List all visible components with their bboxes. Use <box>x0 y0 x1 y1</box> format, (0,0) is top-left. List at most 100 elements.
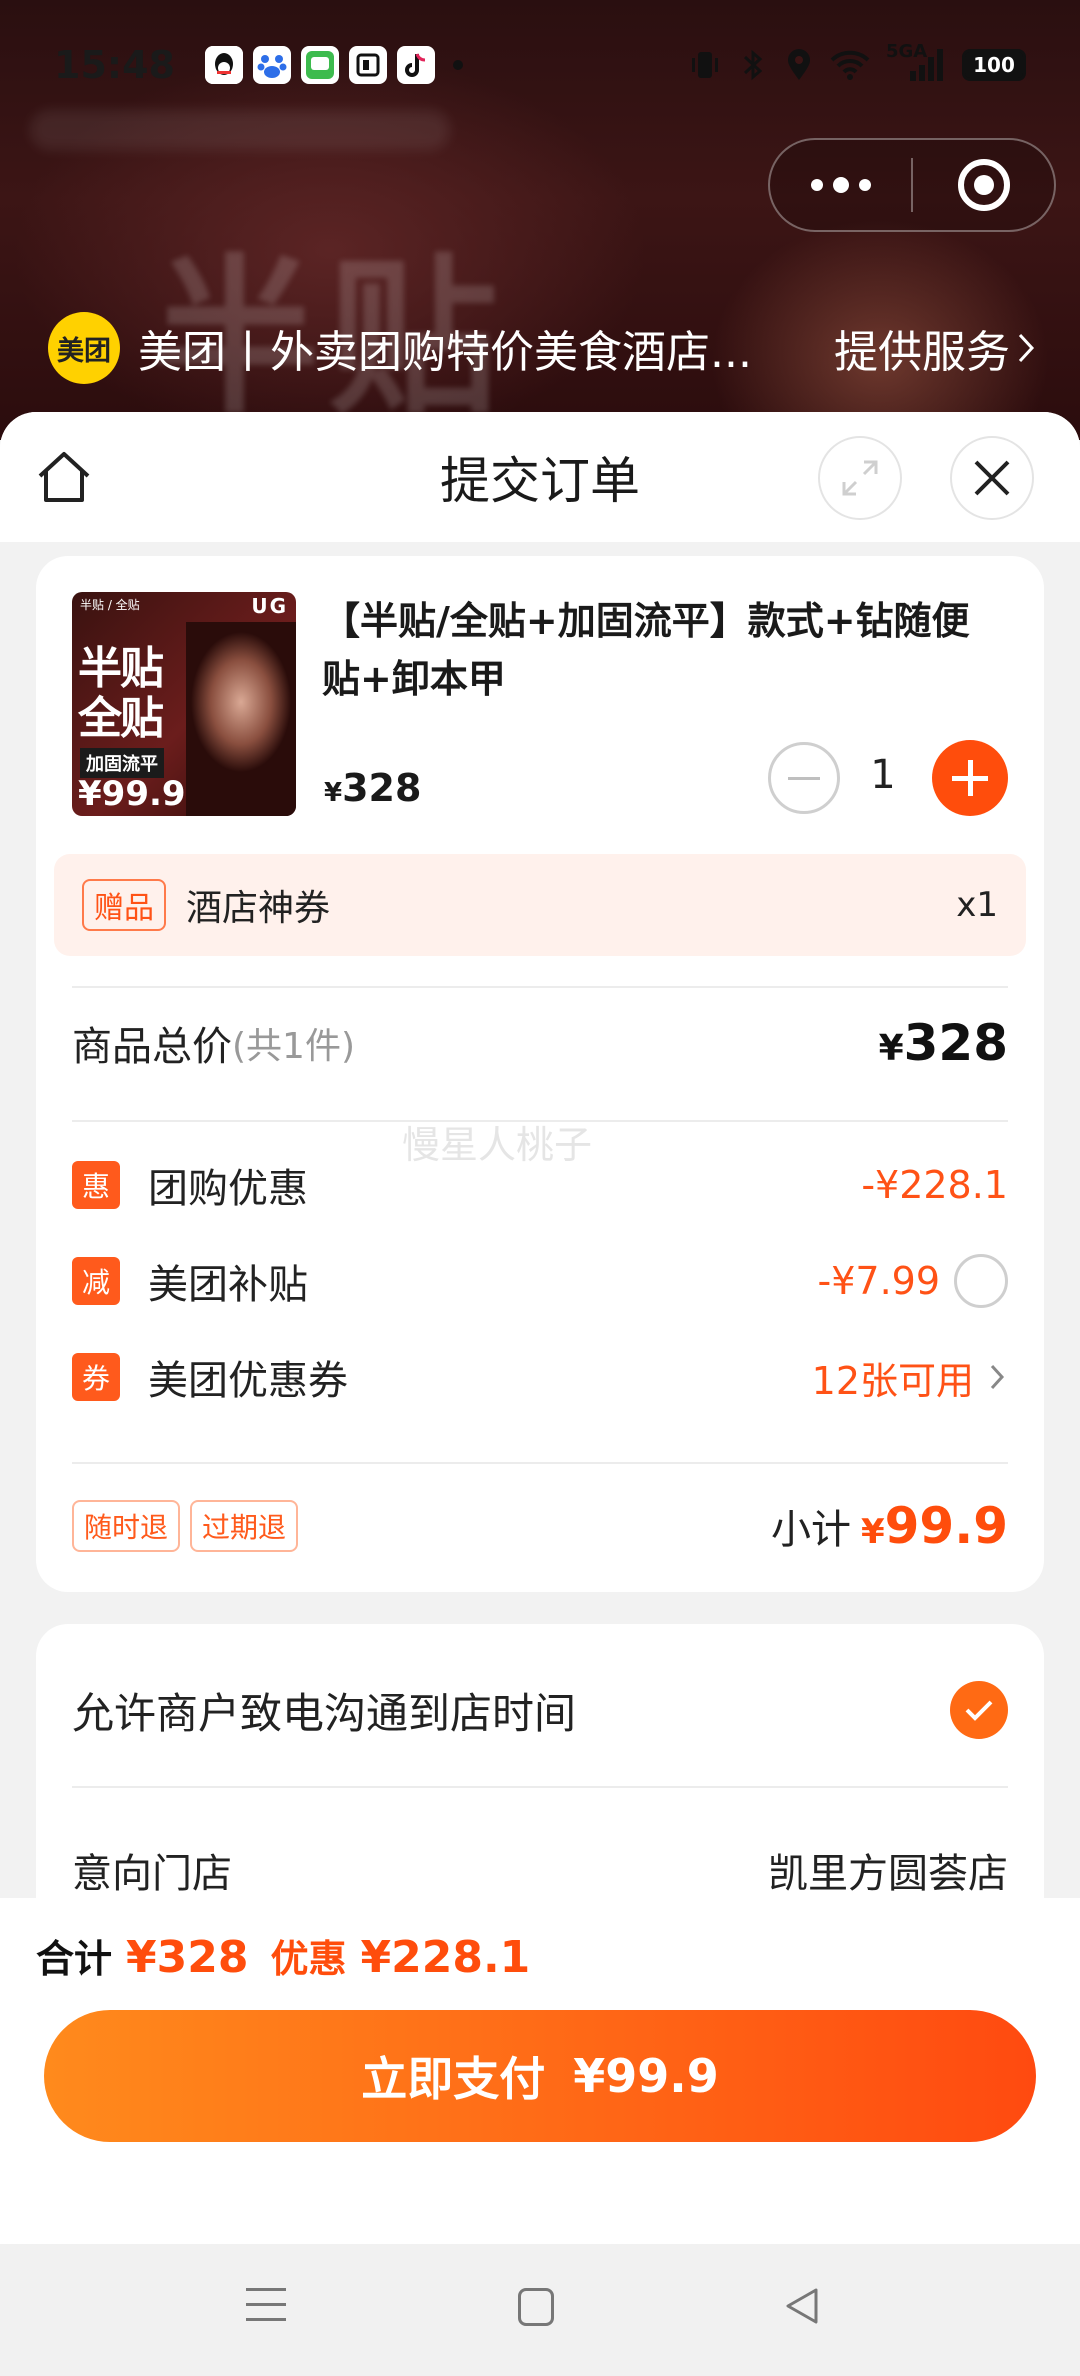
product-image-brand: UG <box>251 594 288 618</box>
currency-symbol: ¥ <box>878 1028 904 1069</box>
product-price: ¥328 <box>324 766 421 810</box>
status-indicators: 5GA 100 <box>688 41 1026 83</box>
meituan-logo: 美团 <box>48 312 120 384</box>
discount-value: -¥228.1 <box>861 1163 1008 1207</box>
product-image-headline: 半贴 全贴 <box>78 643 164 744</box>
system-navigation-bar <box>0 2244 1080 2376</box>
more-button[interactable] <box>770 140 911 230</box>
pay-bar: 合计 ¥328 优惠 ¥228.1 立即支付 ¥99.9 <box>0 1898 1080 2244</box>
product-image-price: ¥99.9 <box>78 774 186 814</box>
chevron-right-icon <box>990 1364 1005 1390</box>
coupon-available: 12张可用 <box>811 1358 974 1403</box>
service-label: 提供服务 <box>834 327 1010 378</box>
product-image-line2: 全贴 <box>78 693 164 744</box>
signal-icon: 5GA <box>886 41 946 83</box>
subsidy-icon: 减 <box>72 1257 120 1305</box>
close-button[interactable] <box>950 436 1034 520</box>
exit-mini-program-button[interactable] <box>913 159 1054 211</box>
expand-button[interactable] <box>818 436 902 520</box>
baidu-icon <box>252 46 291 84</box>
allow-call-checkbox[interactable] <box>950 1681 1008 1739</box>
chevron-right-icon <box>1018 333 1035 363</box>
discount-row-subsidy[interactable]: 减 美团补贴 -¥7.99 <box>72 1246 1008 1316</box>
coupon-value-wrap: 12张可用 <box>812 1350 1008 1405</box>
status-bar: 15:48 5GA 100 <box>0 0 1080 130</box>
location-icon <box>788 49 810 80</box>
subsidy-value-wrap: -¥7.99 <box>818 1254 1008 1308</box>
back-nav-button[interactable] <box>780 2284 824 2328</box>
home-button[interactable] <box>32 446 96 510</box>
discount-icon: 惠 <box>72 1161 120 1209</box>
pay-discount-amount: ¥228.1 <box>360 1932 531 1983</box>
mini-program-name[interactable]: 美团丨外卖团购特价美食酒店... <box>138 316 752 380</box>
subtotal-row: 随时退 过期退 小计 ¥99.9 <box>72 1494 1008 1558</box>
goods-total-value: 328 <box>903 1014 1008 1072</box>
policy-tag: 随时退 <box>72 1500 181 1552</box>
douyin-icon <box>396 46 435 84</box>
order-card: 半贴 / 全贴 UG 半贴 全贴 加固流平 ¥99.9 【半贴/全贴+加固流平】… <box>36 556 1044 1592</box>
product-image-line1: 半贴 <box>78 643 164 694</box>
contact-card: 允许商户致电沟通到店时间 意向门店 凯里方圆荟店 <box>36 1624 1044 1944</box>
discount-row-groupbuy: 惠 团购优惠 -¥228.1 <box>72 1150 1008 1220</box>
gift-name: 酒店神券 <box>186 888 331 929</box>
target-icon <box>957 159 1010 211</box>
discount-label: 团购优惠 <box>148 1166 308 1212</box>
status-time: 15:48 <box>54 43 175 87</box>
store-label: 意向门店 <box>72 1851 232 1897</box>
product-image-caption: 半贴 / 全贴 <box>80 598 140 612</box>
recent-apps-button[interactable] <box>246 2288 286 2328</box>
goods-total-amount: ¥328 <box>879 1014 1008 1072</box>
check-icon <box>965 1700 993 1721</box>
home-nav-button[interactable] <box>518 2288 554 2326</box>
quantity-decrease-button[interactable] <box>768 742 840 814</box>
allow-call-row[interactable]: 允许商户致电沟通到店时间 <box>72 1660 1008 1760</box>
qq-icon <box>204 46 243 84</box>
product-image-model <box>186 622 296 816</box>
gift-badge: 赠品 <box>82 879 166 931</box>
quantity-increase-button[interactable] <box>932 740 1008 816</box>
pay-sum-amount: ¥328 <box>126 1932 249 1983</box>
battery-icon: 100 <box>962 49 1026 81</box>
goods-total-row: 商品总价 (共1件) ¥328 <box>72 998 1008 1088</box>
divider <box>72 1462 1008 1464</box>
more-notifications-dot <box>452 60 463 70</box>
currency-symbol: ¥ <box>860 1512 885 1552</box>
expand-icon <box>842 460 878 496</box>
subtotal-value: 99.9 <box>884 1497 1008 1555</box>
gift-quantity: x1 <box>956 885 998 925</box>
subsidy-label: 美团补贴 <box>148 1262 308 1308</box>
policy-tag: 过期退 <box>190 1500 299 1552</box>
pay-now-button[interactable]: 立即支付 ¥99.9 <box>44 2010 1036 2142</box>
store-value: 凯里方圆荟店 <box>768 1851 1008 1897</box>
vibrate-icon <box>692 52 718 78</box>
subtotal-label: 小计 <box>770 1507 851 1553</box>
home-icon <box>38 452 90 502</box>
allow-call-label: 允许商户致电沟通到店时间 <box>72 1688 577 1738</box>
currency-symbol: ¥ <box>324 778 343 808</box>
divider <box>72 986 1008 988</box>
pay-summary: 合计 ¥328 优惠 ¥228.1 <box>36 1928 530 1983</box>
page-title: 提交订单 <box>440 452 640 510</box>
service-provider-link[interactable]: 提供服务 <box>834 316 1038 380</box>
sheet-header: 提交订单 <box>0 412 1080 542</box>
coupon-icon: 券 <box>72 1353 120 1401</box>
product-price-value: 328 <box>342 766 422 810</box>
close-icon <box>974 460 1010 496</box>
goods-total-label: 商品总价 <box>72 1024 232 1070</box>
pay-sum-label: 合计 <box>36 1937 113 1981</box>
goods-total-count: (共1件) <box>232 1026 355 1067</box>
pay-discount-label: 优惠 <box>270 1937 347 1981</box>
mini-program-info-row: 美团 美团丨外卖团购特价美食酒店... 提供服务 <box>48 312 1038 384</box>
quantity-value: 1 <box>870 752 896 798</box>
gift-row: 赠品 酒店神券 x1 <box>54 854 1026 956</box>
subsidy-radio[interactable] <box>954 1254 1008 1308</box>
product-image[interactable]: 半贴 / 全贴 UG 半贴 全贴 加固流平 ¥99.9 <box>72 592 296 816</box>
wifi-icon <box>830 50 870 80</box>
bluetooth-icon <box>743 49 763 81</box>
app-icon <box>348 46 387 84</box>
pay-button-label: 立即支付 <box>361 2052 546 2106</box>
mini-program-capsule <box>768 138 1056 232</box>
coupon-row[interactable]: 券 美团优惠券 12张可用 <box>72 1342 1008 1412</box>
product-name: 【半贴/全贴+加固流平】款式+钻随便贴+卸本甲 <box>322 599 970 701</box>
messages-icon <box>300 46 339 84</box>
